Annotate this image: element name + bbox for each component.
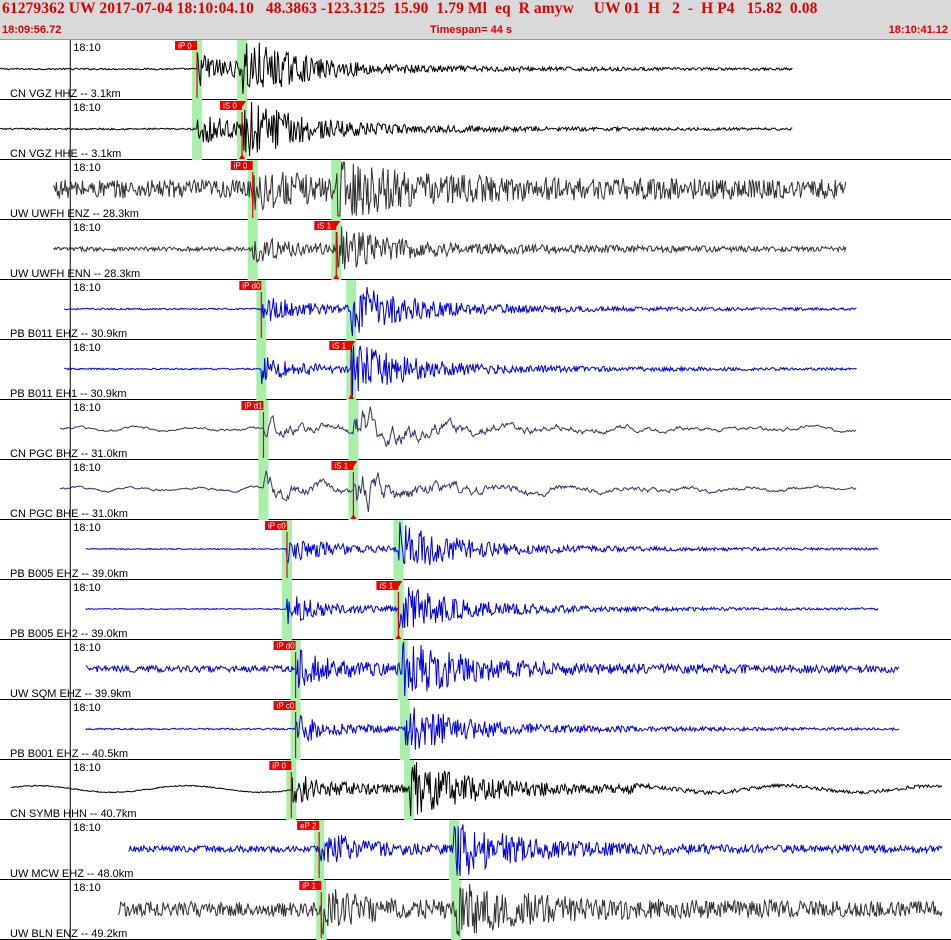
trace-station-label: UW BLN ENZ -- 49.2km: [10, 928, 127, 940]
minute-tick-label: 18:10: [73, 822, 101, 834]
trace-panel[interactable]: 18:10 iP d0 UW SQM EHZ -- 39.9km: [0, 640, 951, 700]
minute-tick-label: 18:10: [73, 402, 101, 414]
waveform-trace[interactable]: [10, 761, 943, 817]
minute-tick-label: 18:10: [73, 222, 101, 234]
trace-station-label: PB B011 EHZ -- 30.9km: [10, 328, 127, 340]
timespan-readout: Timespan= 44 s: [430, 24, 513, 36]
minute-tick-label: 18:10: [73, 582, 101, 594]
trace-station-label: PB B005 EH2 -- 39.0km: [10, 628, 127, 640]
trace-panel[interactable]: 18:10 iP d0 PB B011 EHZ -- 30.9km: [0, 280, 951, 340]
s-window-bar: [393, 520, 404, 580]
trace-station-label: UW UWFH ENZ -- 28.3km: [10, 208, 139, 220]
waveform-trace[interactable]: [53, 226, 847, 270]
minute-tick-label: 18:10: [73, 882, 101, 894]
pick-label: iS 1: [317, 222, 331, 231]
waveform-trace[interactable]: [128, 824, 943, 877]
trace-station-label: CN SYMB HHN -- 40.7km: [10, 808, 137, 820]
waveform-trace[interactable]: [85, 587, 879, 629]
pick-label: iS 1: [334, 462, 348, 471]
trace-station-label: PB B005 EHZ -- 39.0km: [10, 568, 128, 580]
window-end-time: 18:10:41.12: [888, 24, 948, 36]
p-window-bar: [282, 580, 293, 640]
trace-station-label: PB B001 EHZ -- 40.5km: [10, 748, 128, 760]
event-header-bar: 61279362 UW 2017-07-04 18:10:04.10 48.38…: [0, 0, 951, 40]
trace-station-label: UW SQM EHZ -- 39.9km: [10, 688, 131, 700]
trace-station-label: UW MCW EHZ -- 48.0km: [10, 868, 133, 880]
event-summary-title: 61279362 UW 2017-07-04 18:10:04.10 48.38…: [2, 0, 818, 17]
minute-tick-label: 18:10: [73, 702, 101, 714]
trace-panel[interactable]: 18:10 iS 1 CN PGC BHE -- 31.0km: [0, 460, 951, 520]
minute-tick-label: 18:10: [73, 342, 101, 354]
waveform-trace[interactable]: [85, 707, 900, 750]
pick-label: iP c0: [277, 702, 295, 711]
waveform-trace[interactable]: [59, 406, 857, 447]
pick-label: iP 1: [302, 882, 316, 891]
minute-tick-label: 18:10: [73, 762, 101, 774]
window-start-time: 18:09:56.72: [2, 24, 62, 36]
waveform-trace[interactable]: [117, 883, 943, 937]
waveform-trace[interactable]: [64, 341, 857, 397]
waveform-trace[interactable]: [85, 522, 879, 566]
pick-label: iS 1: [379, 582, 393, 591]
p-window-bar: [192, 100, 203, 160]
minute-tick-label: 18:10: [73, 102, 101, 114]
trace-station-label: CN PGC BHE -- 31.0km: [10, 508, 128, 520]
pick-label: iP 0: [178, 42, 192, 51]
trace-station-label: CN PGC BHZ -- 31.0km: [10, 448, 127, 460]
pick-label: iS 1: [332, 342, 346, 351]
minute-tick-label: 18:10: [73, 42, 101, 54]
waveform-trace[interactable]: [59, 470, 857, 512]
pick-label: iP d1: [244, 402, 263, 411]
waveform-trace[interactable]: [53, 161, 847, 217]
trace-panel[interactable]: 18:10 iP d1 CN PGC BHZ -- 31.0km: [0, 400, 951, 460]
waveform-trace[interactable]: [0, 42, 793, 94]
seismogram-panels[interactable]: 18:10 iP 0 CN VGZ HHZ -- 3.1km 18:10 iS 0 CN …: [0, 40, 951, 940]
trace-panel[interactable]: 18:10 iP 0 UW UWFH ENZ -- 28.3km: [0, 160, 951, 220]
pick-label: iP 0: [234, 162, 248, 171]
pick-label: iP d0: [277, 642, 296, 651]
trace-panel[interactable]: 18:10 iS 1 PB B011 EH1 -- 30.9km: [0, 340, 951, 400]
waveform-trace[interactable]: [63, 286, 857, 337]
minute-tick-label: 18:10: [73, 282, 101, 294]
trace-station-label: CN VGZ HHZ -- 3.1km: [10, 88, 121, 100]
pick-label: iS 0: [223, 102, 237, 111]
pick-label: eP 2: [300, 822, 317, 831]
minute-tick-label: 18:10: [73, 462, 101, 474]
trace-panel[interactable]: 18:10 iP 1 UW BLN ENZ -- 49.2km: [0, 880, 951, 940]
pick-label: iP d0: [242, 282, 261, 291]
trace-panel[interactable]: 18:10 iP 0 CN VGZ HHZ -- 3.1km: [0, 40, 951, 100]
trace-station-label: CN VGZ HHE -- 3.1km: [10, 148, 121, 160]
trace-panel[interactable]: 18:10 iP 0 CN SYMB HHN -- 40.7km: [0, 760, 951, 820]
trace-panel[interactable]: 18:10 eP 2 UW MCW EHZ -- 48.0km: [0, 820, 951, 880]
minute-tick-label: 18:10: [73, 522, 101, 534]
pick-label: iP c0: [268, 522, 286, 531]
trace-station-label: PB B011 EH1 -- 30.9km: [10, 388, 127, 400]
waveform-trace[interactable]: [85, 641, 900, 697]
pick-label: iP 0: [272, 762, 286, 771]
trace-panel[interactable]: 18:10 iP c0 PB B001 EHZ -- 40.5km: [0, 700, 951, 760]
minute-tick-label: 18:10: [73, 162, 101, 174]
minute-tick-label: 18:10: [73, 642, 101, 654]
trace-panel[interactable]: 18:10 iS 0 CN VGZ HHE -- 3.1km: [0, 100, 951, 160]
seismogram-canvas[interactable]: 18:10 iP 0 CN VGZ HHZ -- 3.1km 18:10 iS 0 CN …: [0, 40, 951, 940]
p-window-bar: [258, 460, 269, 520]
trace-panel[interactable]: 18:10 iS 1 PB B005 EH2 -- 39.0km: [0, 580, 951, 640]
trace-panel[interactable]: 18:10 iS 1 UW UWFH ENN -- 28.3km: [0, 220, 951, 280]
trace-station-label: UW UWFH ENN -- 28.3km: [10, 268, 140, 280]
trace-panel[interactable]: 18:10 iP c0 PB B005 EHZ -- 39.0km: [0, 520, 951, 580]
